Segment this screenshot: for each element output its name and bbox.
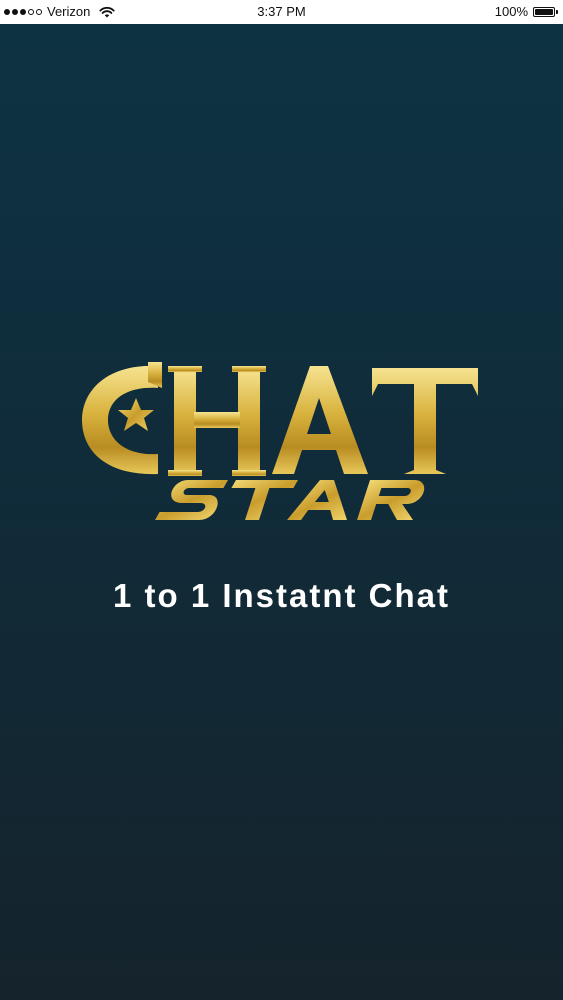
- status-time: 3:37 PM: [257, 4, 306, 19]
- logo-letter-a: [272, 366, 368, 474]
- battery-percentage: 100%: [494, 4, 528, 19]
- battery-icon: [533, 7, 558, 17]
- logo-star-word: [155, 480, 425, 520]
- app-tagline: 1 to 1 Instatnt Chat: [112, 577, 451, 614]
- status-right: 100%: [494, 4, 558, 20]
- star-icon: [118, 398, 154, 431]
- chat-star-logo: [82, 362, 478, 520]
- logo-letter-h: [168, 366, 266, 476]
- status-bar: Verizon 3:37 PM 100%: [0, 0, 563, 24]
- splash-screen: Verizon 3:37 PM 100% 1 to 1 Instatnt Cha…: [0, 0, 563, 1000]
- logo-c-crescent: [82, 365, 158, 475]
- logo-letter-t: [372, 368, 478, 474]
